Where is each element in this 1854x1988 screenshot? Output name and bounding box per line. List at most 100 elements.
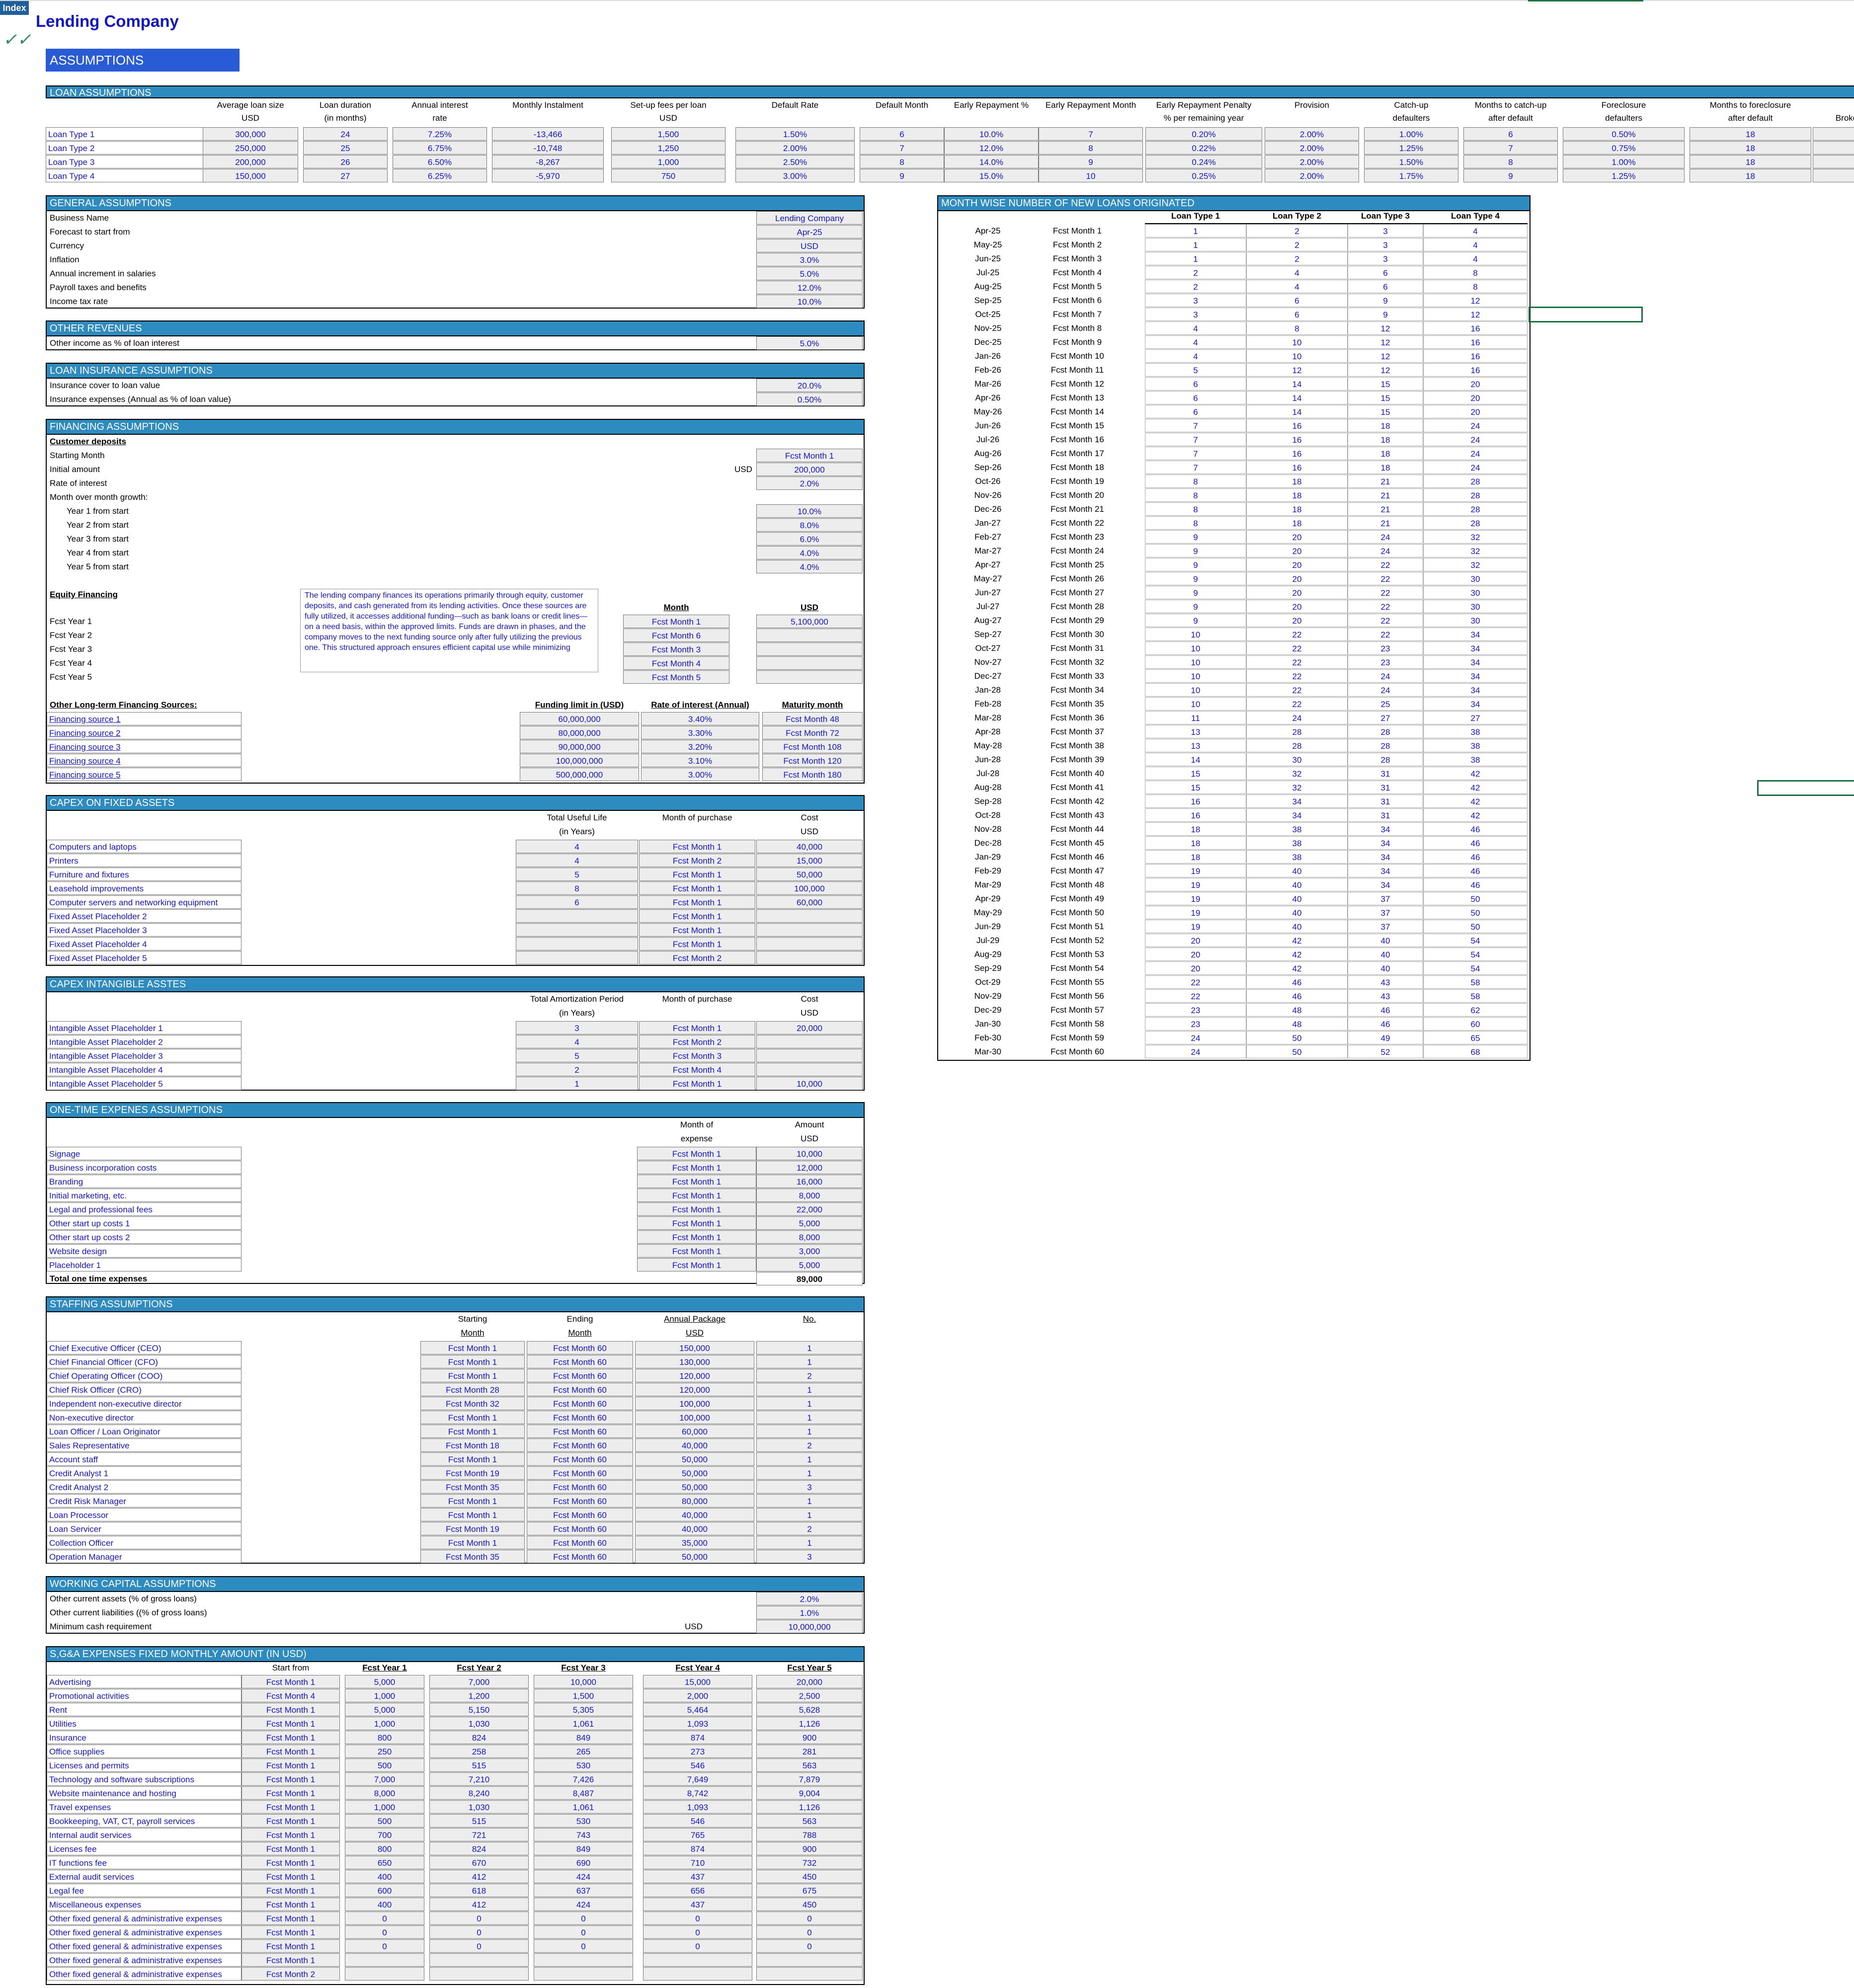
staff-value[interactable]: 2 (756, 1522, 863, 1535)
capex-row-value[interactable] (516, 909, 638, 923)
mw-value[interactable]: 24 (1348, 683, 1423, 697)
mw-value[interactable]: 18 (1145, 822, 1246, 836)
longterm-value[interactable]: Fcst Month 120 (762, 754, 863, 767)
mw-value[interactable]: 34 (1423, 641, 1528, 655)
mw-value[interactable]: 6 (1348, 280, 1423, 293)
equity-month-value[interactable]: Fcst Month 6 (623, 629, 729, 642)
mw-value[interactable]: 9 (1145, 544, 1246, 557)
sga-value[interactable]: 0 (643, 1939, 752, 1953)
equity-usd-value[interactable]: 5,100,000 (756, 615, 863, 628)
capex-row-label[interactable]: Fixed Asset Placeholder 2 (47, 909, 242, 923)
staff-value[interactable]: 1 (756, 1466, 863, 1480)
mw-value[interactable]: 11 (1145, 711, 1246, 724)
onetime-amount[interactable]: 3,000 (756, 1244, 863, 1258)
onetime-amount[interactable]: 8,000 (756, 1230, 863, 1244)
mw-value[interactable]: 42 (1246, 961, 1348, 975)
mw-value[interactable]: 24 (1145, 1045, 1246, 1058)
sga-value[interactable] (345, 1953, 424, 1967)
sga-value[interactable]: 0 (534, 1911, 633, 1925)
staff-value[interactable]: Fcst Month 60 (527, 1369, 633, 1382)
intang-row-label[interactable]: Intangible Asset Placeholder 2 (47, 1035, 242, 1048)
onetime-row-label[interactable]: Website design (47, 1244, 242, 1258)
sga-expense-label[interactable]: Website maintenance and hosting (47, 1786, 242, 1800)
staff-value[interactable]: 40,000 (635, 1508, 754, 1521)
mw-value[interactable]: 9 (1145, 530, 1246, 544)
staff-value[interactable]: 50,000 (635, 1550, 754, 1563)
mw-value[interactable]: 34 (1348, 864, 1423, 877)
staff-value[interactable]: Fcst Month 1 (420, 1369, 525, 1382)
mw-value[interactable]: 62 (1423, 1003, 1528, 1017)
mw-value[interactable]: 9 (1145, 600, 1246, 613)
insurance-row-value[interactable]: 0.50% (756, 393, 863, 406)
sga-value[interactable] (534, 1953, 633, 1967)
sga-expense-label[interactable]: Other fixed general & administrative exp… (47, 1953, 242, 1967)
mw-value[interactable]: 21 (1348, 502, 1423, 516)
staff-role-label[interactable]: Non-executive director (47, 1411, 242, 1424)
staff-value[interactable]: 2 (756, 1369, 863, 1382)
staff-role-label[interactable]: Independent non-executive director (47, 1397, 242, 1410)
loan-input-cell[interactable]: 18 (1690, 141, 1811, 155)
sga-expense-label[interactable]: Bookkeeping, VAT, CT, payroll services (47, 1814, 242, 1828)
loan-input-cell[interactable]: 9 (860, 169, 944, 182)
onetime-amount[interactable]: 16,000 (756, 1175, 863, 1188)
mw-value[interactable]: 54 (1423, 961, 1528, 975)
mw-value[interactable]: 22 (1348, 558, 1423, 571)
mw-value[interactable]: 3 (1145, 294, 1246, 307)
longterm-value[interactable]: 3.10% (641, 754, 759, 767)
loan-input-cell[interactable]: 18 (1690, 155, 1811, 168)
intang-row-value[interactable] (756, 1035, 863, 1048)
mw-value[interactable]: 31 (1348, 767, 1423, 780)
sga-value[interactable]: Fcst Month 1 (242, 1925, 340, 1939)
equity-month-value[interactable]: Fcst Month 1 (623, 615, 729, 628)
sga-value[interactable] (429, 1967, 529, 1981)
intang-row-value[interactable]: 5 (516, 1049, 638, 1062)
staff-value[interactable]: Fcst Month 60 (527, 1383, 633, 1396)
loan-input-cell[interactable]: 1.50% (735, 127, 855, 141)
general-row-value[interactable]: Lending Company (756, 211, 863, 225)
capex-row-value[interactable]: Fcst Month 1 (639, 868, 755, 881)
sga-value[interactable]: 500 (345, 1814, 424, 1828)
onetime-month[interactable]: Fcst Month 1 (637, 1161, 756, 1174)
sga-value[interactable]: 0 (756, 1925, 863, 1939)
capex-row-value[interactable] (516, 951, 638, 964)
capex-row-value[interactable] (756, 937, 863, 951)
staff-value[interactable]: 50,000 (635, 1466, 754, 1480)
cust-row-value[interactable]: 4.0% (756, 560, 863, 573)
mw-value[interactable]: 28 (1348, 753, 1423, 766)
sga-value[interactable] (643, 1953, 752, 1967)
mw-value[interactable]: 32 (1246, 767, 1348, 780)
mw-value[interactable]: 12 (1246, 363, 1348, 377)
loan-input-cell[interactable]: 10.0% (944, 127, 1039, 141)
mw-value[interactable]: 40 (1246, 892, 1348, 905)
mw-value[interactable]: 6 (1145, 377, 1246, 391)
cust-row-value[interactable]: Fcst Month 1 (756, 449, 863, 462)
sga-value[interactable]: 1,000 (345, 1717, 424, 1730)
mw-value[interactable]: 32 (1423, 558, 1528, 571)
mw-value[interactable]: 20 (1145, 961, 1246, 975)
longterm-value[interactable]: Fcst Month 72 (762, 726, 863, 739)
mw-value[interactable]: 43 (1348, 975, 1423, 989)
sga-value[interactable]: Fcst Month 1 (242, 1800, 340, 1814)
sga-value[interactable]: 437 (643, 1870, 752, 1883)
loan-input-cell[interactable]: 2.50% (735, 155, 855, 168)
staff-role-label[interactable]: Credit Risk Manager (47, 1494, 242, 1508)
capex-row-value[interactable] (516, 923, 638, 937)
longterm-source-label[interactable]: Financing source 5 (47, 768, 242, 781)
mw-value[interactable]: 16 (1145, 795, 1246, 808)
mw-value[interactable]: 24 (1423, 433, 1528, 446)
mw-value[interactable]: 32 (1246, 781, 1348, 794)
mw-value[interactable]: 28 (1246, 739, 1348, 752)
mw-value[interactable]: 19 (1145, 906, 1246, 919)
mw-value[interactable]: 10 (1246, 349, 1348, 363)
mw-value[interactable]: 20 (1246, 558, 1348, 571)
mw-value[interactable]: 13 (1145, 739, 1246, 752)
capex-row-value[interactable]: Fcst Month 1 (639, 840, 755, 853)
longterm-value[interactable]: 100,000,000 (520, 754, 639, 767)
mw-value[interactable]: 23 (1145, 1003, 1246, 1017)
intang-row-value[interactable] (756, 1063, 863, 1076)
capex-row-value[interactable]: 8 (516, 881, 638, 895)
mw-value[interactable]: 4 (1423, 252, 1528, 265)
sga-value[interactable]: 0 (756, 1939, 863, 1953)
mw-value[interactable]: 25 (1348, 697, 1423, 711)
intang-row-value[interactable]: 3 (516, 1021, 638, 1034)
